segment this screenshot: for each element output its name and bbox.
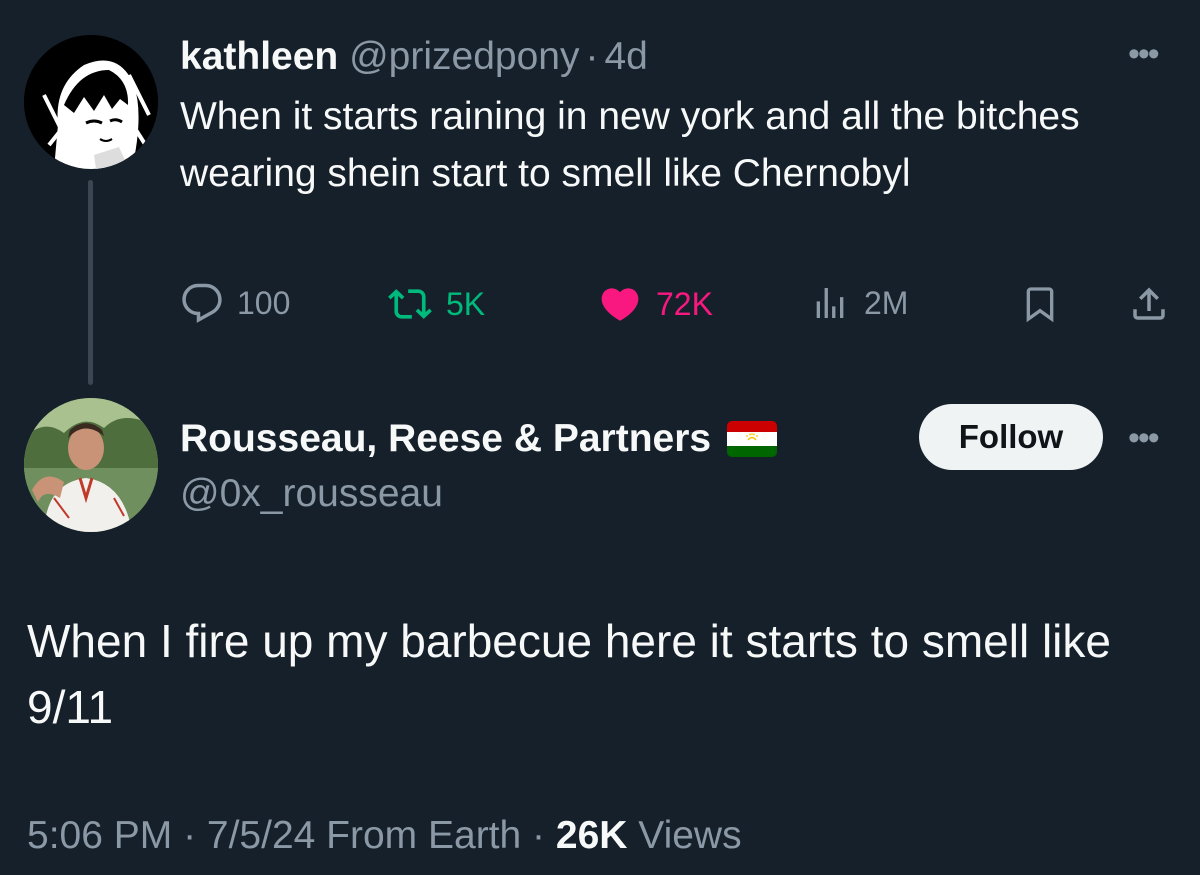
heart-icon (601, 288, 639, 321)
reply-author-header: Rousseau, Reese & Partners (180, 415, 778, 463)
tajikistan-flag-icon (727, 421, 778, 457)
tweet-text: When it starts raining in new york and a… (180, 95, 1080, 195)
bookmark-button[interactable] (1020, 282, 1060, 326)
tweet-metadata: 5:06 PM · 7/5/24 From Earth · 26K Views (27, 810, 742, 862)
avatar[interactable] (24, 35, 158, 169)
tweet-time[interactable]: 4d (604, 35, 647, 78)
like-count: 72K (656, 286, 713, 322)
retweet-icon (388, 289, 432, 319)
more-options-icon[interactable]: ••• (1128, 421, 1160, 455)
bookmark-icon (1026, 287, 1054, 323)
man-portrait-avatar-image (24, 398, 158, 532)
reply-icon (182, 283, 222, 323)
tweet-timestamp[interactable]: 5:06 PM · 7/5/24 From Earth · (27, 814, 545, 857)
share-button[interactable] (1128, 282, 1170, 326)
tweet-text: When I fire up my barbecue here it start… (27, 615, 1111, 733)
user-handle[interactable]: @prizedpony (349, 35, 579, 78)
views-label: Views (638, 814, 742, 857)
retweet-count: 5K (446, 286, 486, 322)
views-count: 26K (555, 814, 628, 857)
reply-count: 100 (237, 285, 291, 321)
like-button[interactable]: 72K (598, 282, 713, 326)
avatar[interactable] (24, 398, 158, 532)
analytics-icon (816, 288, 844, 318)
more-options-icon[interactable]: ••• (1128, 37, 1160, 71)
display-name[interactable]: Rousseau, Reese & Partners (180, 415, 711, 463)
views-count: 2M (864, 285, 909, 321)
retweet-button[interactable]: 5K (388, 282, 485, 326)
views-button[interactable]: 2M (810, 282, 908, 324)
share-icon (1133, 287, 1165, 320)
follow-button[interactable]: Follow (919, 404, 1103, 470)
display-name[interactable]: kathleen (180, 35, 338, 78)
parent-tweet-header: kathleen @prizedpony · 4d (180, 33, 648, 81)
reply-button[interactable]: 100 (181, 282, 290, 324)
user-handle[interactable]: @0x_rousseau (180, 470, 443, 518)
separator-dot: · (585, 35, 599, 78)
anime-girl-avatar-image (24, 35, 158, 169)
thread-connector-line (88, 180, 93, 385)
